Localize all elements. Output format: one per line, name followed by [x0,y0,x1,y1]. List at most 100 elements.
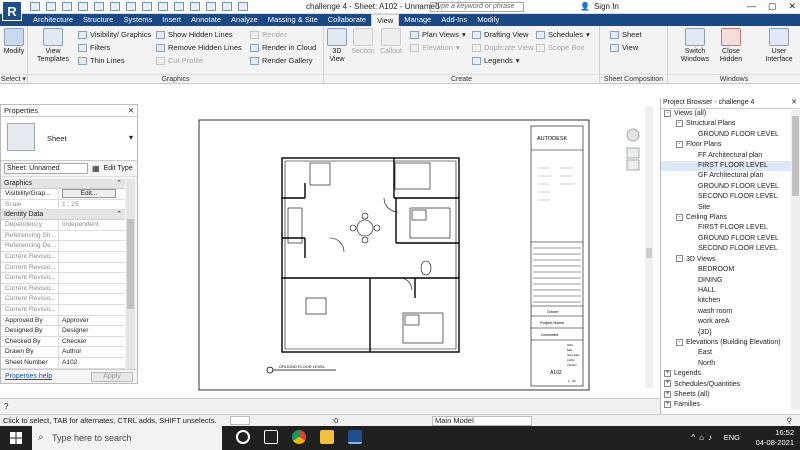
language-indicator[interactable]: ENG [724,433,740,442]
navigation-bar[interactable] [626,128,640,171]
volume-icon[interactable]: ♪ [708,433,716,442]
browser-node[interactable]: SECOND FLOOR LEVEL [661,244,800,254]
task-view-icon[interactable] [264,430,278,444]
duplicate-view-button[interactable]: Duplicate View▾ [472,43,540,52]
text-icon[interactable] [158,2,168,11]
close-icon[interactable]: ✕ [128,105,134,116]
thin-lines-button[interactable]: Thin Lines [78,56,125,65]
browser-node[interactable]: + Legends [661,369,800,379]
view-button[interactable]: View [610,43,638,52]
browser-node[interactable]: GROUND FLOOR LEVEL [661,130,800,140]
network-icon[interactable]: ⌂ [699,433,708,442]
drawing-canvas[interactable]: GROUND FLOOR LEVEL AUTODESK Owner Projec… [140,98,658,398]
browser-node[interactable]: FIRST FLOOR LEVEL [661,223,800,233]
open-icon[interactable] [30,2,40,11]
file-explorer-icon[interactable] [320,430,334,444]
browser-node[interactable]: {3D} [661,328,800,338]
elevation-button[interactable]: Elevation ▾ [410,43,460,52]
browser-node[interactable]: SECOND FLOOR LEVEL [661,192,800,202]
view-templates-button[interactable]: View Templates [36,28,70,64]
select-panel-title[interactable]: Select ▾ [0,74,27,84]
schedules-button[interactable]: Schedules ▾ [536,30,590,39]
browser-node[interactable]: GF Architectural plan [661,171,800,181]
browser-node[interactable]: Site [661,203,800,213]
property-value[interactable]: Approver [59,316,125,326]
browser-node[interactable]: DINING [661,276,800,286]
render-button[interactable]: Render [250,30,287,39]
property-category[interactable]: Graphics ⌃ [1,179,125,189]
browser-node[interactable]: - Ceiling Plans [661,213,800,223]
sheet-button[interactable]: Sheet [610,30,642,39]
render-gallery-button[interactable]: Render Gallery [250,56,312,65]
switch-windows-button[interactable]: Switch Windows [678,28,712,64]
browser-node[interactable]: HALL [661,286,800,296]
tab-massing-site[interactable]: Massing & Site [263,14,323,26]
help-icon[interactable]: ? [4,402,8,411]
browser-node[interactable]: work areA [661,317,800,327]
collapse-icon[interactable]: - [676,255,683,263]
tab-collaborate[interactable]: Collaborate [323,14,371,26]
switch-windows-icon[interactable] [238,2,248,11]
close-hidden-button[interactable]: Close Hidden [716,28,746,64]
user-interface-button[interactable]: User Interface [762,28,796,64]
app-logo-button[interactable]: R [2,1,22,21]
remove-hidden-lines-button[interactable]: Remove Hidden Lines [156,43,242,52]
expand-icon[interactable]: + [664,380,671,388]
tab-view[interactable]: View [371,14,400,26]
type-selector[interactable]: Sheet ▾ [1,117,137,161]
model-select[interactable]: Main Model [432,416,532,426]
browser-node[interactable]: kitchen [661,296,800,306]
3d-view-button[interactable]: 3D View [326,28,348,64]
tab-insert[interactable]: Insert [157,14,186,26]
collapse-icon[interactable]: - [664,109,671,117]
expand-icon[interactable]: + [664,390,671,398]
browser-node[interactable]: BEDROOM [661,265,800,275]
scroll-thumb[interactable] [127,219,134,309]
minimize-icon[interactable]: — [747,1,756,12]
browser-node[interactable]: - Floor Plans [661,140,800,150]
browser-node[interactable]: + Sheets (all) [661,390,800,400]
taskbar-search[interactable]: Type here to search [32,426,222,450]
clock[interactable]: 16:52 04-08-2021 [756,428,794,448]
collapse-icon[interactable]: - [676,140,683,148]
tag-icon[interactable] [142,2,152,11]
tab-modify[interactable]: Modify [472,14,504,26]
tab-analyze[interactable]: Analyze [226,14,263,26]
tab-systems[interactable]: Systems [118,14,157,26]
expand-icon[interactable]: + [664,369,671,377]
cortana-icon[interactable] [236,430,250,444]
browser-node[interactable]: - Structural Plans [661,119,800,129]
legends-button[interactable]: Legends ▾ [472,56,520,65]
undo-icon[interactable] [78,2,88,11]
close-icon[interactable]: ✕ [788,1,796,12]
chevron-up-icon[interactable]: ^ [691,433,699,442]
apply-button[interactable]: Apply [91,372,133,382]
properties-help-link[interactable]: Properties help [5,373,52,380]
render-cloud-button[interactable]: Render in Cloud [250,43,316,52]
drafting-view-button[interactable]: Drafting View [472,30,528,39]
save-icon[interactable] [46,2,56,11]
close-hidden-icon[interactable] [222,2,232,11]
tab-structure[interactable]: Structure [78,14,118,26]
browser-node[interactable]: East [661,348,800,358]
browser-node[interactable]: - Views (all) [661,109,800,119]
collapse-icon[interactable]: ⌃ [116,179,122,189]
property-category[interactable]: Identity Data ⌃ [1,210,125,221]
browser-scrollbar[interactable] [791,110,800,410]
workset-icon[interactable] [230,416,250,425]
tab-add-ins[interactable]: Add-Ins [436,14,472,26]
browser-node[interactable]: + Families [661,400,800,410]
browser-node[interactable]: GROUND FLOOR LEVEL [661,182,800,192]
property-value[interactable]: Checker [59,337,125,347]
plan-views-button[interactable]: Plan Views ▾ [410,30,466,39]
collapse-icon[interactable]: - [676,338,683,346]
browser-node[interactable]: GROUND FLOOR LEVEL [661,234,800,244]
collapse-icon[interactable]: ⌃ [116,210,122,220]
browser-node[interactable]: FF Architectural plan [661,151,800,161]
filters-button[interactable]: Filters [78,43,110,52]
edit-type-button[interactable]: Edit Type [104,165,133,172]
collapse-icon[interactable]: - [676,120,683,128]
modify-button[interactable]: Modify [2,28,26,56]
show-hidden-lines-button[interactable]: Show Hidden Lines [156,30,233,39]
visibility-graphics-button[interactable]: Visibility/ Graphics [78,30,151,39]
